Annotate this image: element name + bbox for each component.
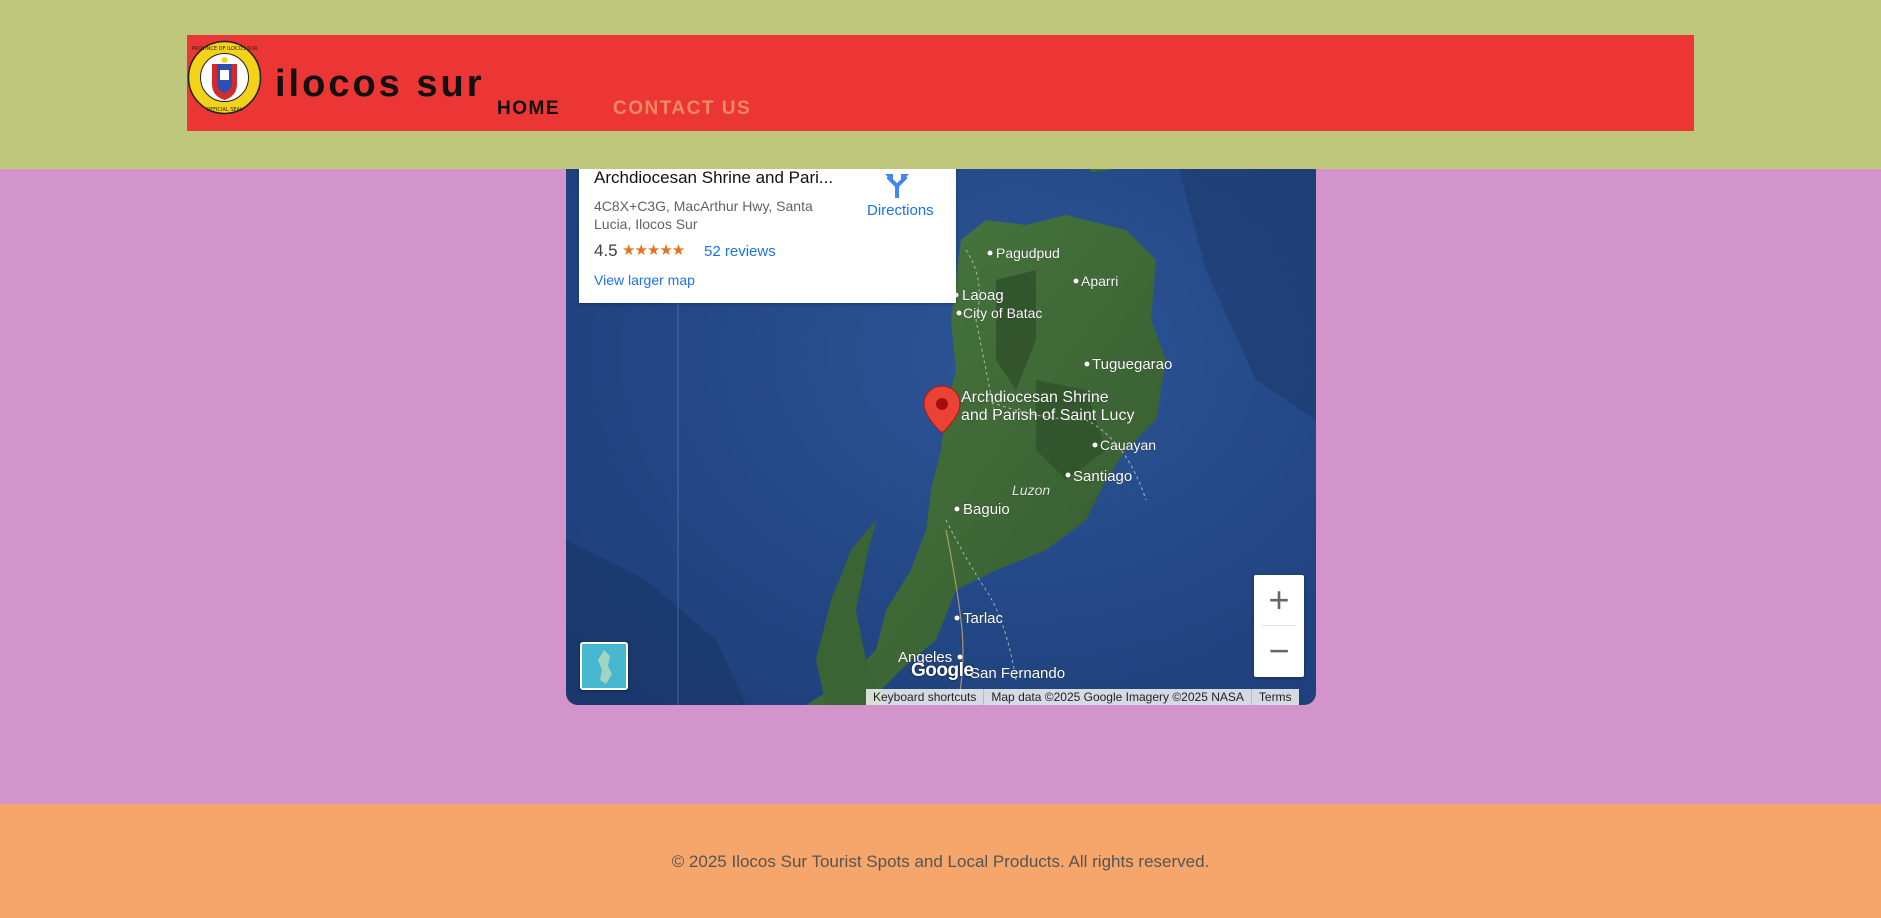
zoom-in-button[interactable]: + xyxy=(1254,575,1304,625)
province-seal-logo: PROVINCE OF ILOCOS SUR OFFICIAL SEAL xyxy=(187,40,262,115)
site-title: ilocos sur xyxy=(275,63,485,105)
rating-value: 4.5 xyxy=(594,241,618,260)
reviews-link[interactable]: 52 reviews xyxy=(704,243,776,260)
zoom-out-button[interactable]: − xyxy=(1254,626,1304,676)
directions-link[interactable]: Directions xyxy=(867,202,934,219)
place-label: Tuguegarao xyxy=(1092,356,1172,373)
header-band: PROVINCE OF ILOCOS SUR OFFICIAL SEAL ilo… xyxy=(0,0,1881,169)
map-attribution-bar: Keyboard shortcuts Map data ©2025 Google… xyxy=(866,689,1299,705)
place-label: Laoag xyxy=(962,287,1004,304)
svg-text:OFFICIAL SEAL: OFFICIAL SEAL xyxy=(206,107,243,113)
google-logo: Google xyxy=(911,660,974,681)
marker-label-line2: and Parish of Saint Lucy xyxy=(961,407,1134,424)
place-name: Archdiocesan Shrine and Pari... xyxy=(594,168,834,187)
embedded-map[interactable]: Pagudpud Aparri Laoag City of Batac Tugu… xyxy=(566,120,1316,705)
place-label: Baguio xyxy=(963,501,1010,518)
place-info-card: Archdiocesan Shrine and Pari... 4C8X+C3G… xyxy=(579,150,956,303)
marker-label-line1: Archdiocesan Shrine xyxy=(961,389,1109,406)
place-address: 4C8X+C3G, MacArthur Hwy, Santa Lucia, Il… xyxy=(594,198,813,232)
place-label: City of Batac xyxy=(963,305,1042,321)
map-layer-toggle-button[interactable] xyxy=(580,642,628,690)
map-data-attribution: Map data ©2025 Google Imagery ©2025 NASA xyxy=(983,689,1251,705)
place-label: Tarlac xyxy=(963,610,1004,627)
nav-bar: PROVINCE OF ILOCOS SUR OFFICIAL SEAL ilo… xyxy=(187,35,1694,131)
nav-home-link[interactable]: HOME xyxy=(497,98,560,120)
footer-copyright: © 2025 Ilocos Sur Tourist Spots and Loca… xyxy=(671,852,1210,871)
place-label: Aparri xyxy=(1081,273,1118,289)
place-label: Santiago xyxy=(1073,468,1132,485)
view-larger-map-link[interactable]: View larger map xyxy=(594,272,695,288)
svg-text:PROVINCE OF ILOCOS SUR: PROVINCE OF ILOCOS SUR xyxy=(191,46,258,52)
place-label: Cauayan xyxy=(1100,437,1156,453)
directions-icon[interactable] xyxy=(884,170,910,198)
place-label: Pagudpud xyxy=(996,245,1060,261)
keyboard-shortcuts-link[interactable]: Keyboard shortcuts xyxy=(866,689,983,705)
footer: © 2025 Ilocos Sur Tourist Spots and Loca… xyxy=(0,804,1881,918)
region-label: Luzon xyxy=(1012,482,1050,498)
rating-stars-icon: ★★★★★ xyxy=(622,242,685,259)
zoom-controls: + − xyxy=(1254,575,1304,677)
nav-contact-link[interactable]: CONTACT US xyxy=(613,98,751,120)
terms-link[interactable]: Terms xyxy=(1250,689,1299,705)
place-label: San Fernando xyxy=(970,665,1065,682)
map-layer-thumbnail-icon xyxy=(582,644,626,688)
